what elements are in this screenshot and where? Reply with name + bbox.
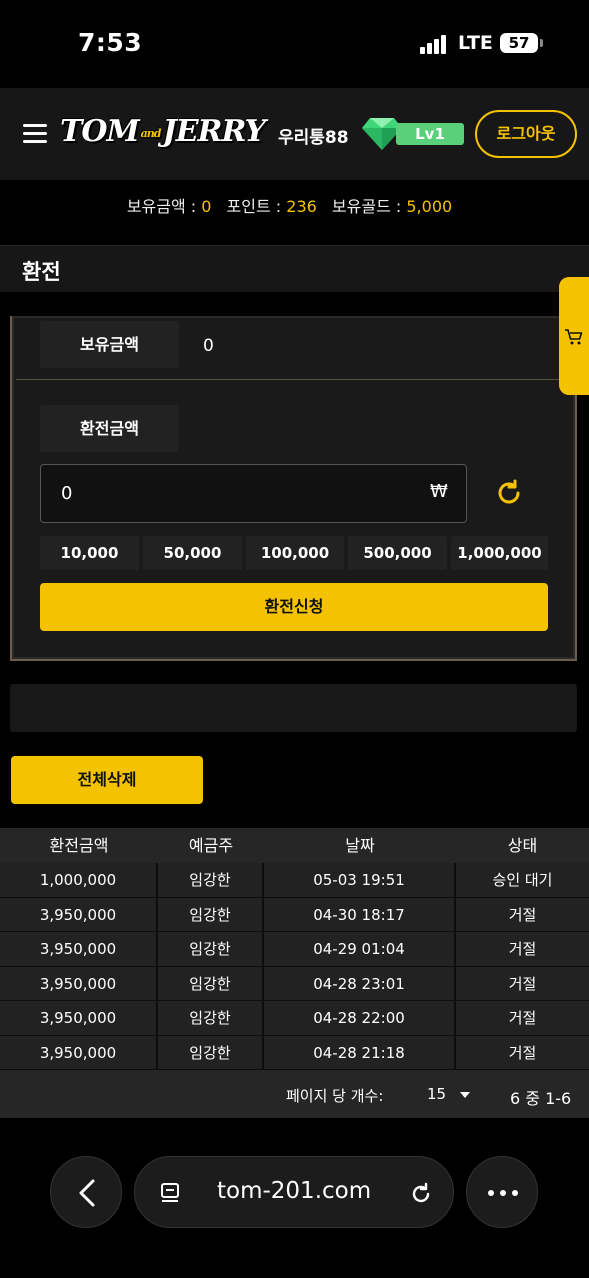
currency-symbol: ₩ [430, 481, 448, 502]
quick-amount-50000-button[interactable]: 50,000 [143, 536, 242, 570]
exchange-amount-input[interactable] [40, 464, 467, 523]
cart-tab[interactable] [559, 277, 589, 395]
status-bar: 7:53 LTE 57 [0, 0, 589, 88]
cell-holder: 임강한 [158, 863, 264, 898]
cell-date: 04-28 21:18 [264, 1035, 456, 1070]
cell-date: 05-03 19:51 [264, 863, 456, 898]
cell-date: 04-30 18:17 [264, 897, 456, 932]
column-header-status[interactable]: 상태 [456, 828, 589, 863]
signal-icon [420, 34, 450, 54]
page-title-bar: 환전 [0, 245, 589, 292]
cell-date: 04-29 01:04 [264, 932, 456, 967]
holding-label: 보유금액 : [126, 197, 202, 216]
cart-icon [565, 329, 583, 345]
reload-icon[interactable] [408, 1181, 434, 1207]
cell-status: 승인 대기 [456, 863, 589, 898]
exchange-submit-button[interactable]: 환전신청 [40, 583, 548, 631]
address-bar[interactable]: tom-201.com [134, 1156, 454, 1228]
hamburger-menu-icon[interactable] [23, 124, 47, 144]
per-page-select[interactable]: 15 [427, 1085, 446, 1103]
divider [16, 379, 575, 380]
table-row[interactable]: 1,000,000 임강한 05-03 19:51 승인 대기 [0, 863, 589, 898]
battery-icon: 57 [500, 33, 543, 53]
column-header-amount[interactable]: 환전금액 [0, 828, 158, 863]
back-button[interactable] [50, 1156, 122, 1228]
quick-amount-500000-button[interactable]: 500,000 [348, 536, 447, 570]
cell-amount: 3,950,000 [0, 1035, 158, 1070]
chevron-left-icon [79, 1179, 95, 1207]
point-label: 포인트 : [226, 197, 287, 216]
cell-date: 04-28 23:01 [264, 966, 456, 1001]
cell-holder: 임강한 [158, 1035, 264, 1070]
cell-date: 04-28 22:00 [264, 1001, 456, 1036]
table-row[interactable]: 3,950,000 임강한 04-30 18:17 거절 [0, 897, 589, 932]
exchange-history-table: 환전금액 예금주 날짜 상태 1,000,000 임강한 05-03 19:51… [0, 828, 589, 1070]
cell-amount: 1,000,000 [0, 863, 158, 898]
url-text: tom-201.com [217, 1178, 372, 1204]
quick-amount-10000-button[interactable]: 10,000 [40, 536, 139, 570]
cell-status: 거절 [456, 932, 589, 967]
browser-toolbar: tom-201.com [0, 1118, 589, 1278]
more-options-button[interactable] [466, 1156, 538, 1228]
logout-button[interactable]: 로그아웃 [475, 110, 577, 158]
quick-amount-1000000-button[interactable]: 1,000,000 [451, 536, 548, 570]
cell-status: 거절 [456, 897, 589, 932]
form-holding-value: 0 [203, 336, 214, 356]
cell-amount: 3,950,000 [0, 932, 158, 967]
column-header-holder[interactable]: 예금주 [158, 828, 264, 863]
gold-value: 5,000 [406, 197, 453, 216]
refresh-icon[interactable] [494, 478, 524, 508]
gold-label: 보유골드 : [331, 197, 407, 216]
cell-holder: 임강한 [158, 1001, 264, 1036]
username: 우리퉁88 [278, 128, 349, 148]
more-dots-icon [488, 1190, 518, 1196]
cell-holder: 임강한 [158, 932, 264, 967]
cell-holder: 임강한 [158, 897, 264, 932]
level-badge: Lv1 [396, 123, 464, 145]
exchange-form-panel: 보유금액 0 환전금액 ₩ 10,000 50,000 100,000 500,… [10, 316, 577, 661]
chevron-down-icon[interactable] [460, 1092, 470, 1098]
table-row[interactable]: 3,950,000 임강한 04-28 22:00 거절 [0, 1001, 589, 1036]
cell-amount: 3,950,000 [0, 966, 158, 1001]
status-time: 7:53 [78, 28, 143, 57]
network-type: LTE [458, 32, 493, 54]
form-holding-label: 보유금액 [40, 321, 179, 368]
holding-value: 0 [201, 197, 212, 216]
cell-holder: 임강한 [158, 966, 264, 1001]
table-row[interactable]: 3,950,000 임강한 04-29 01:04 거절 [0, 932, 589, 967]
pagination: 페이지 당 개수: 15 6 중 1-6 [0, 1070, 589, 1118]
quick-amount-100000-button[interactable]: 100,000 [246, 536, 344, 570]
form-exchange-label: 환전금액 [40, 405, 179, 452]
cell-status: 거절 [456, 966, 589, 1001]
page-title: 환전 [22, 260, 61, 284]
site-header: TOM andJERRY 우리퉁88 Lv1 로그아웃 [0, 88, 589, 180]
table-row[interactable]: 3,950,000 임강한 04-28 23:01 거절 [0, 966, 589, 1001]
delete-all-button[interactable]: 전체삭제 [11, 756, 203, 804]
point-value: 236 [286, 197, 317, 216]
cell-status: 거절 [456, 1001, 589, 1036]
per-page-label: 페이지 당 개수: [286, 1087, 384, 1105]
site-logo[interactable]: TOM andJERRY [60, 114, 266, 149]
cell-amount: 3,950,000 [0, 1001, 158, 1036]
cell-status: 거절 [456, 1035, 589, 1070]
cell-amount: 3,950,000 [0, 897, 158, 932]
balance-bar: 보유금액 : 0 포인트 : 236 보유골드 : 5,000 [0, 180, 589, 242]
table-row[interactable]: 3,950,000 임강한 04-28 21:18 거절 [0, 1035, 589, 1070]
notice-bar [10, 684, 577, 732]
table-header: 환전금액 예금주 날짜 상태 [0, 828, 589, 863]
page-range: 6 중 1-6 [510, 1089, 572, 1108]
column-header-date[interactable]: 날짜 [264, 828, 456, 863]
reader-icon[interactable] [159, 1181, 183, 1205]
